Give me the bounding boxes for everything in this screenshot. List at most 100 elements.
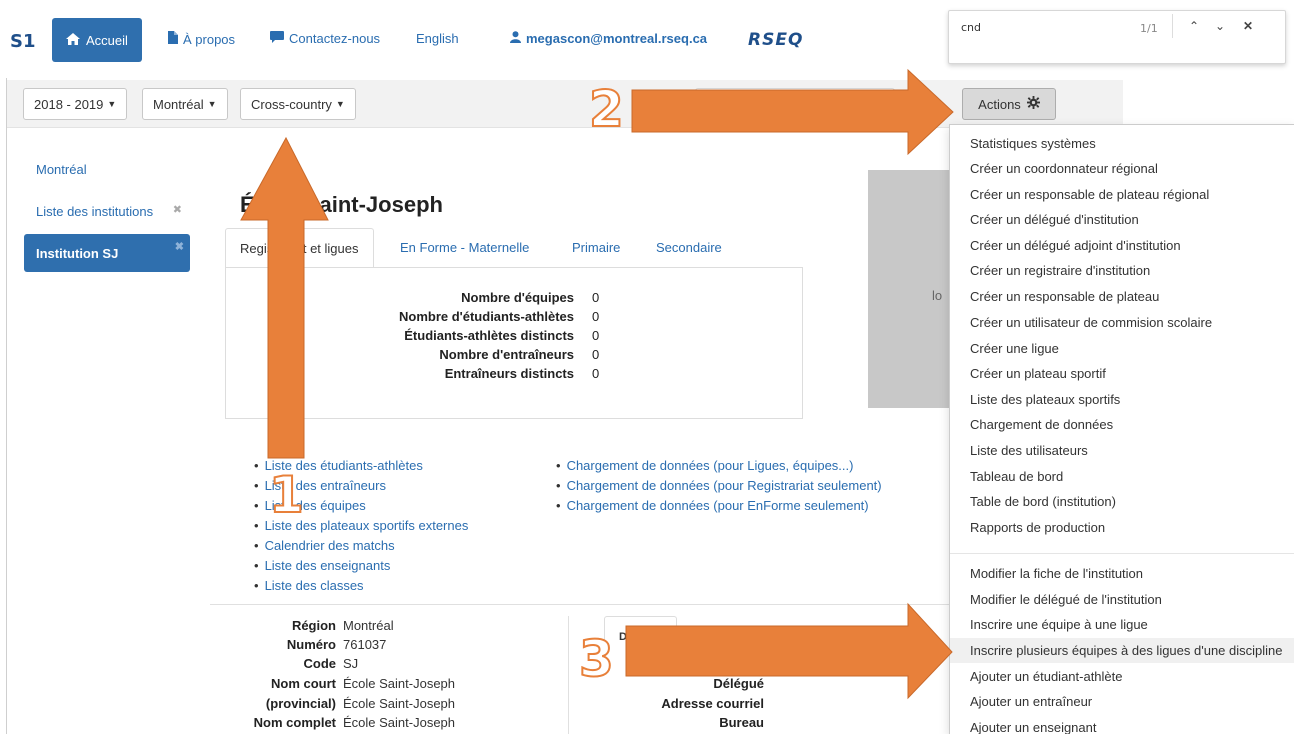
user-link[interactable]: megascon@montreal.rseq.ca bbox=[510, 31, 707, 46]
sport-value: Cross-country bbox=[251, 96, 332, 112]
info-row: (provincial) bbox=[0, 696, 336, 714]
actions-label: Actions bbox=[978, 96, 1021, 112]
menu-item[interactable]: Modifier le délégué de l'institution bbox=[950, 587, 1294, 612]
menu-divider bbox=[950, 553, 1294, 554]
tab-bar: Registrariat et ligues En Forme - Matern… bbox=[225, 228, 803, 268]
stat-row: Nombre d'étudiants-athlètes bbox=[0, 309, 574, 327]
info-row: Nom court bbox=[0, 676, 336, 694]
sidebar-item-institutions[interactable]: Liste des institutions ✖ bbox=[24, 192, 190, 230]
season-value: 2018 - 2019 bbox=[34, 96, 104, 112]
info-value: École Saint-Joseph bbox=[343, 676, 456, 691]
tab-delegue[interactable]: Délégué bbox=[604, 616, 677, 656]
list-item[interactable]: • Liste des enseignants bbox=[254, 558, 390, 573]
page-title: École Saint-Joseph bbox=[240, 192, 443, 217]
s1-logo[interactable]: S1 bbox=[10, 31, 36, 52]
annotation-number-2: 2 bbox=[588, 80, 625, 138]
region-dropdown[interactable]: Montréal ▼ bbox=[142, 88, 228, 120]
menu-item[interactable]: Rapports de production bbox=[950, 515, 1294, 540]
info-value: École Saint-Joseph bbox=[343, 715, 456, 730]
search-input[interactable] bbox=[695, 88, 895, 120]
tab-en-forme[interactable]: En Forme - Maternelle bbox=[386, 228, 543, 268]
tab-secondaire[interactable]: Secondaire bbox=[642, 228, 736, 268]
menu-item[interactable]: Créer un délégué d'institution bbox=[950, 207, 1294, 232]
menu-item[interactable]: Inscrire une équipe à une ligue bbox=[950, 612, 1294, 637]
menu-item[interactable]: Créer un registraire d'institution bbox=[950, 258, 1294, 283]
close-icon[interactable]: ✖ bbox=[175, 240, 184, 253]
info-label: Code bbox=[303, 656, 337, 671]
menu-item[interactable]: Créer un utilisateur de commision scolai… bbox=[950, 310, 1294, 335]
document-icon bbox=[168, 31, 178, 47]
find-input[interactable]: cnd bbox=[961, 21, 981, 34]
rseq-logo[interactable]: RSEQ bbox=[748, 30, 803, 50]
user-icon bbox=[510, 31, 521, 46]
find-close-icon[interactable]: ✕ bbox=[1240, 19, 1256, 33]
list-item[interactable]: • Liste des classes bbox=[254, 578, 364, 593]
caret-down-icon: ▼ bbox=[335, 99, 345, 109]
stat-label: Nombre d'équipes bbox=[461, 290, 574, 305]
tab-registrariat[interactable]: Registrariat et ligues bbox=[225, 228, 374, 268]
stat-value: 0 bbox=[592, 309, 600, 324]
menu-item[interactable]: Créer un plateau sportif bbox=[950, 361, 1294, 386]
menu-item[interactable]: Créer un coordonnateur régional bbox=[950, 156, 1294, 181]
menu-item[interactable]: Statistiques systèmes bbox=[950, 131, 1294, 156]
season-dropdown[interactable]: 2018 - 2019 ▼ bbox=[23, 88, 128, 120]
about-link[interactable]: À propos bbox=[168, 31, 235, 47]
caret-down-icon: ▼ bbox=[107, 99, 117, 109]
tab-delegues-adjoints[interactable]: Délégués adjoints bbox=[688, 616, 810, 656]
menu-item[interactable]: Ajouter un entraîneur bbox=[950, 689, 1294, 714]
stat-row: Nombre d'équipes bbox=[0, 290, 574, 308]
info-value: SJ bbox=[343, 656, 359, 671]
menu-item[interactable]: Modifier la fiche de l'institution bbox=[950, 561, 1294, 586]
actions-button[interactable]: Actions bbox=[962, 88, 1056, 120]
sidebar-item-institution-sj[interactable]: Institution SJ ✖ bbox=[24, 234, 190, 272]
divider bbox=[210, 604, 950, 605]
info-value: 761037 bbox=[343, 637, 387, 652]
contact-link[interactable]: Contactez-nous bbox=[270, 31, 380, 46]
user-email: megascon@montreal.rseq.ca bbox=[526, 31, 708, 46]
menu-item[interactable]: Ajouter un étudiant-athlète bbox=[950, 664, 1294, 689]
sport-dropdown[interactable]: Cross-country ▼ bbox=[240, 88, 356, 120]
menu-item-highlighted[interactable]: Inscrire plusieurs équipes à des ligues … bbox=[950, 638, 1294, 663]
menu-item[interactable]: Liste des plateaux sportifs bbox=[950, 387, 1294, 412]
find-separator bbox=[1172, 14, 1173, 38]
menu-item[interactable]: Créer un délégué adjoint d'institution bbox=[950, 233, 1294, 258]
find-next-icon[interactable]: ⌄ bbox=[1212, 19, 1228, 33]
close-icon[interactable]: ✖ bbox=[173, 203, 182, 216]
actions-menu: Statistiques systèmes Créer un coordonna… bbox=[949, 124, 1294, 734]
link-label: Calendrier des matchs bbox=[264, 538, 395, 553]
language-link[interactable]: English bbox=[416, 31, 459, 46]
list-item[interactable]: • Chargement de données (pour Registraria… bbox=[556, 478, 882, 493]
info-row: Nom complet bbox=[0, 715, 336, 733]
home-button[interactable]: Accueil bbox=[52, 18, 142, 62]
menu-item[interactable]: Créer un responsable de plateau bbox=[950, 284, 1294, 309]
list-item[interactable]: • Chargement de données (pour Ligues, équ… bbox=[556, 458, 853, 473]
stat-label: Nombre d'étudiants-athlètes bbox=[398, 309, 574, 324]
menu-item[interactable]: Ajouter un enseignant bbox=[950, 715, 1294, 734]
menu-item[interactable]: Créer un responsable de plateau régional bbox=[950, 182, 1294, 207]
sidebar-item-montreal[interactable]: Montréal bbox=[24, 150, 190, 188]
menu-item[interactable]: Créer une ligue bbox=[950, 336, 1294, 361]
info-value: Montréal bbox=[343, 618, 394, 633]
find-count: 1/1 bbox=[1140, 22, 1158, 35]
stat-value: 0 bbox=[592, 366, 600, 381]
menu-item[interactable]: Table de bord (institution) bbox=[950, 489, 1294, 514]
menu-item[interactable]: Chargement de données bbox=[950, 412, 1294, 437]
menu-item[interactable]: Tableau de bord bbox=[950, 464, 1294, 489]
find-bar: cnd bbox=[948, 10, 1286, 64]
find-previous-icon[interactable]: ⌃ bbox=[1186, 19, 1202, 33]
tab-primaire[interactable]: Primaire bbox=[558, 228, 634, 268]
caret-down-icon: ▼ bbox=[207, 99, 217, 109]
comment-icon bbox=[270, 31, 284, 46]
link-label: Chargement de données (pour Ligues, équi… bbox=[566, 458, 854, 473]
stat-value: 0 bbox=[592, 290, 600, 305]
language-label: English bbox=[416, 31, 459, 46]
list-item[interactable]: • Chargement de données (pour EnForme seu… bbox=[556, 498, 869, 513]
stat-row: Étudiants-athlètes distincts bbox=[0, 328, 574, 346]
stat-row: Nombre d'entraîneurs bbox=[0, 347, 574, 365]
info-value: École Saint-Joseph bbox=[343, 696, 456, 711]
link-label: Chargement de données (pour EnForme seul… bbox=[566, 498, 869, 513]
link-label: Chargement de données (pour Registrariat… bbox=[566, 478, 882, 493]
list-item[interactable]: • Calendrier des matchs bbox=[254, 538, 395, 553]
menu-item[interactable]: Liste des utilisateurs bbox=[950, 438, 1294, 463]
contact-label: Contactez-nous bbox=[289, 31, 381, 46]
